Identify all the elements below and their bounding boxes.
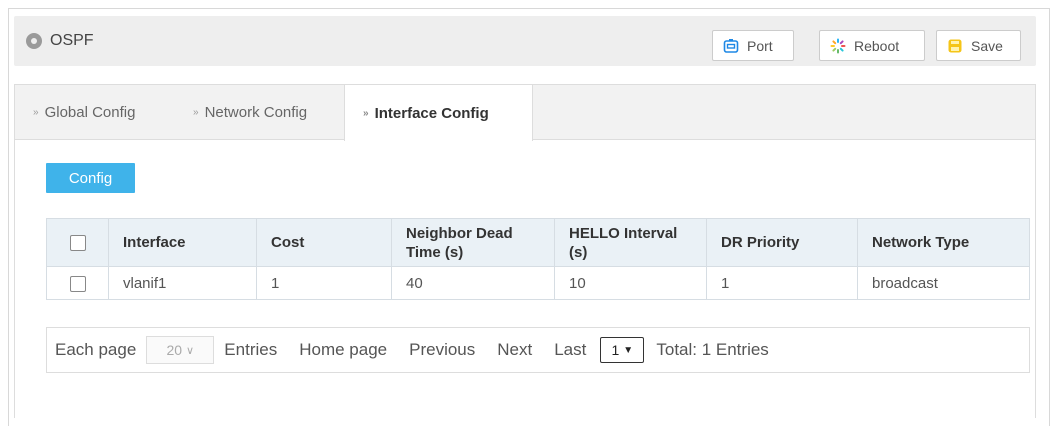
tab-network-config[interactable]: » Network Config (175, 85, 325, 140)
cell-dr-priority: 1 (706, 266, 858, 300)
select-all-checkbox[interactable] (69, 235, 86, 252)
save-icon (947, 38, 963, 54)
cell-hello-interval: 10 (554, 266, 707, 300)
table-row[interactable]: vlanif1 1 40 10 1 broadcast (46, 266, 1030, 300)
current-page-value: 1 (611, 342, 620, 358)
tab-bar: » Global Config » Network Config » Inter… (15, 85, 1035, 141)
tab-interface-config[interactable]: » Interface Config (344, 85, 533, 141)
tab-label: Interface Config (374, 104, 489, 122)
module-title-text: OSPF (50, 32, 94, 49)
col-neighbor-dead-time: Neighbor Dead Time (s) (391, 218, 555, 267)
page-number-select[interactable]: 1 ▼ (600, 337, 645, 363)
page-size-value: 20 (166, 342, 183, 358)
save-button[interactable]: Save (936, 30, 1021, 61)
col-interface: Interface (108, 218, 257, 267)
col-network-type: Network Type (857, 218, 1030, 267)
tab-label: Global Config (44, 104, 136, 121)
select-all-cell (46, 218, 109, 267)
module-title: OSPF (26, 30, 94, 52)
loading-spinner-icon (830, 38, 846, 54)
each-page-label: Each page (55, 340, 137, 359)
row-checkbox[interactable] (69, 275, 86, 292)
row-select-cell (46, 266, 109, 300)
double-chevron-right-icon: » (363, 107, 369, 119)
pagination-bar: Each page 20 ∨ Entries Home page Previou… (46, 327, 1030, 373)
module-header: OSPF Port Reboot Save (14, 16, 1036, 66)
config-button[interactable]: Config (46, 163, 135, 193)
chevron-down-icon: ∨ (186, 344, 195, 357)
entries-label: Entries (224, 340, 278, 359)
table-header-row: Interface Cost Neighbor Dead Time (s) HE… (46, 218, 1030, 267)
col-dr-priority: DR Priority (706, 218, 858, 267)
reboot-button-label: Reboot (854, 37, 900, 54)
reboot-button[interactable]: Reboot (819, 30, 925, 61)
cell-dead-time: 40 (391, 266, 555, 300)
next-page-link[interactable]: Next (497, 340, 532, 360)
port-icon (723, 38, 739, 54)
port-button[interactable]: Port (712, 30, 794, 61)
double-chevron-right-icon: » (33, 107, 39, 118)
previous-page-link[interactable]: Previous (409, 340, 475, 360)
port-button-label: Port (747, 37, 773, 54)
page-size-select[interactable]: 20 ∨ (146, 336, 215, 364)
last-page-link[interactable]: Last (554, 340, 586, 360)
module-dot-icon (26, 33, 42, 49)
tab-label: Network Config (204, 104, 308, 121)
home-page-link[interactable]: Home page (299, 340, 387, 360)
col-hello-interval: HELLO Interval (s) (554, 218, 707, 267)
double-chevron-right-icon: » (193, 107, 199, 118)
cell-cost: 1 (256, 266, 392, 300)
save-button-label: Save (971, 37, 1003, 54)
chevron-down-icon: ▼ (623, 344, 634, 356)
total-entries-label: Total: 1 Entries (656, 340, 769, 359)
cell-interface: vlanif1 (108, 266, 257, 300)
col-cost: Cost (256, 218, 392, 267)
interface-table: Interface Cost Neighbor Dead Time (s) HE… (46, 218, 1030, 300)
cell-network-type: broadcast (857, 266, 1030, 300)
tab-global-config[interactable]: » Global Config (15, 85, 153, 140)
